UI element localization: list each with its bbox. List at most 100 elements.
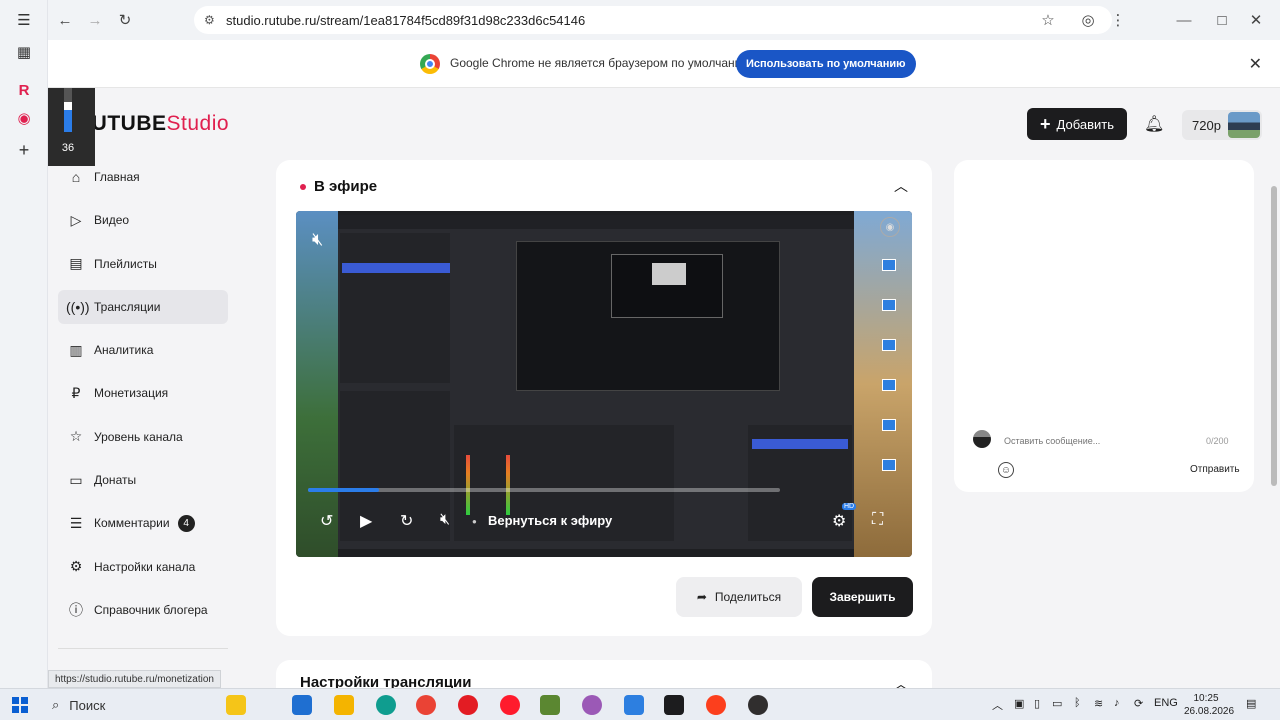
volume-knob — [64, 102, 72, 110]
close-window-icon[interactable]: ✕ — [1244, 8, 1268, 32]
apps-icon[interactable]: ▦ — [12, 40, 36, 64]
sidebar-item-label: Главная — [94, 170, 140, 184]
store-icon[interactable] — [624, 695, 644, 715]
playlist-icon: ▤ — [69, 255, 83, 272]
more-menu-icon[interactable]: ⋮ — [1106, 8, 1130, 32]
rewind-10-icon[interactable]: ↺ — [320, 511, 333, 531]
volume-bar — [64, 88, 72, 132]
sidebar-item-monetization[interactable]: ₽ Монетизация — [58, 376, 228, 410]
share-button[interactable]: ➦ Поделиться — [676, 577, 802, 617]
maximize-icon[interactable]: □ — [1210, 8, 1234, 32]
live-title: В эфире — [300, 178, 377, 195]
minimize-icon[interactable]: — — [1172, 8, 1196, 32]
sidebar-item-comments[interactable]: ☰ Комментарии 4 — [58, 506, 228, 540]
tray-usb-icon[interactable]: ▯ — [1034, 697, 1040, 710]
sidebar-item-channel-settings[interactable]: ⚙ Настройки канала — [58, 550, 228, 584]
new-tab-icon[interactable]: + — [12, 138, 36, 162]
fullscreen-icon[interactable]: ⛶ — [872, 511, 883, 529]
yandex-browser-icon[interactable] — [458, 695, 478, 715]
yandex-icon[interactable] — [706, 695, 726, 715]
scrollbar-thumb[interactable] — [1271, 186, 1277, 486]
windows-start-icon[interactable] — [12, 697, 28, 713]
rutube-studio-logo[interactable]: RUTUBEStudio — [76, 112, 229, 136]
screenshot-icon[interactable]: ◉ — [880, 217, 900, 237]
language-indicator[interactable]: ENG — [1154, 697, 1178, 709]
notifications-icon[interactable]: ▤ — [1246, 697, 1256, 710]
forward-icon[interactable]: → — [83, 8, 107, 32]
sidebar-item-channel-level[interactable]: ☆ Уровень канала — [58, 420, 228, 454]
sidebar-item-video[interactable]: ▷ Видео — [58, 203, 228, 237]
bluetooth-icon[interactable]: ᛒ — [1074, 697, 1081, 709]
info-icon: ⓘ — [69, 601, 83, 618]
sidebar-item-label: Настройки канала — [94, 559, 196, 574]
reload-icon[interactable]: ↻ — [113, 8, 137, 32]
sidebar-item-playlists[interactable]: ▤ Плейлисты — [58, 247, 228, 281]
player-progress-bar[interactable] — [308, 488, 780, 492]
sidebar-item-broadcasts[interactable]: ((•)) Трансляции — [58, 289, 228, 324]
address-bar[interactable]: ⚙ studio.rutube.ru/stream/1ea81784f5cd89… — [194, 6, 1112, 34]
play-icon[interactable]: ▶ — [360, 511, 372, 531]
obs-menu-bar — [338, 215, 854, 229]
sidebar-item-label: Трансляции — [94, 299, 161, 314]
infobar-message: Google Chrome не является браузером по у… — [450, 56, 754, 70]
sidebar-item-analytics[interactable]: ▥ Аналитика — [58, 333, 228, 367]
back-icon[interactable]: ← — [53, 8, 77, 32]
desktop-file-icon — [882, 259, 896, 271]
emoji-icon[interactable]: ☺ — [998, 462, 1014, 478]
mute-icon[interactable]: 🔇︎ — [312, 229, 323, 250]
page-scrollbar[interactable] — [1268, 88, 1280, 688]
send-button[interactable]: Отправить — [1190, 464, 1240, 475]
video-player[interactable]: 🔇︎ ◉ ↺ ▶ ↻ 🔇︎ ● Вернуться к эфиру ⚙ HD ⛶ — [296, 211, 912, 557]
desktop-file-icon — [882, 459, 896, 471]
volume-fill — [64, 110, 72, 132]
avatar[interactable] — [1228, 112, 1260, 138]
task-view-icon[interactable] — [292, 695, 312, 715]
rutube-tab-icon[interactable]: R — [12, 78, 36, 102]
desktop-file-icon — [882, 419, 896, 431]
collapse-chevron-icon[interactable]: ︿ — [894, 176, 908, 196]
tray-sync-icon[interactable]: ⟳ — [1134, 697, 1143, 710]
wifi-icon[interactable]: ≋ — [1094, 697, 1103, 710]
settings-gear-icon[interactable]: ⚙ — [832, 511, 846, 531]
site-info-icon[interactable]: ⚙ — [204, 13, 220, 27]
battery-icon[interactable]: ▭ — [1052, 697, 1062, 710]
menu-icon[interactable]: ☰ — [12, 8, 36, 32]
opera-icon[interactable] — [500, 695, 520, 715]
speaker-icon[interactable]: ♪ — [1114, 697, 1120, 709]
rutube-studio-tab-icon[interactable]: ◉ — [12, 106, 36, 130]
edge-icon[interactable] — [376, 695, 396, 715]
bookmark-star-icon[interactable]: ☆ — [1036, 8, 1060, 32]
app-icon[interactable] — [664, 695, 684, 715]
close-infobar-icon[interactable]: ✕ — [1249, 54, 1262, 74]
volume-muted-icon[interactable]: 🔇︎ — [440, 511, 450, 529]
finish-button[interactable]: Завершить — [812, 577, 913, 617]
minecraft-icon[interactable] — [540, 695, 560, 715]
add-button[interactable]: + Добавить — [1027, 108, 1127, 140]
chat-panel: 0/200 ☺ Отправить — [954, 160, 1254, 492]
sidebar-item-home[interactable]: ⌂ Главная — [58, 160, 228, 194]
profile-icon[interactable]: ◎ — [1076, 8, 1100, 32]
file-explorer-icon[interactable] — [334, 695, 354, 715]
forward-10-icon[interactable]: ↻ — [400, 511, 413, 531]
collapse-chevron-icon[interactable]: ︿ — [894, 674, 908, 688]
tray-app-icon[interactable]: ▣ — [1014, 697, 1024, 710]
sidebar-item-help[interactable]: ⓘ Справочник блогера — [58, 593, 228, 627]
chrome-taskbar-icon[interactable] — [416, 695, 436, 715]
copilot-icon[interactable] — [226, 695, 246, 715]
ruble-icon: ₽ — [71, 384, 81, 401]
app-icon[interactable] — [582, 695, 602, 715]
sidebar-item-donations[interactable]: ▭ Донаты — [58, 463, 228, 497]
quality-selector[interactable]: 720p — [1182, 110, 1262, 140]
hd-badge: HD — [842, 503, 857, 510]
notifications-bell-icon[interactable]: 🔔︎ — [1144, 114, 1164, 134]
sidebar-item-label: Монетизация — [94, 386, 169, 401]
analytics-icon: ▥ — [69, 341, 83, 358]
taskbar-clock[interactable]: 10:25 26.08.2026 — [1184, 692, 1234, 718]
chat-message-input[interactable] — [1004, 436, 1204, 446]
chat-char-counter: 0/200 — [1206, 436, 1229, 446]
obs-icon[interactable] — [748, 695, 768, 715]
tray-chevron-icon[interactable]: ︿ — [992, 697, 1003, 713]
back-to-live-button[interactable]: Вернуться к эфиру — [488, 513, 612, 528]
live-indicator-icon: ● — [472, 517, 477, 526]
set-default-button[interactable]: Использовать по умолчанию — [736, 50, 916, 78]
